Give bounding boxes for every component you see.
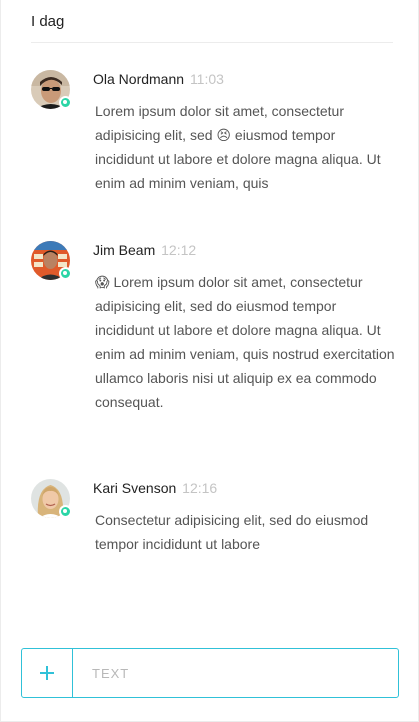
avatar[interactable] xyxy=(31,70,72,109)
message-author: Kari Svenson xyxy=(93,480,177,496)
message-input[interactable] xyxy=(73,649,398,697)
message-text: 😱 Lorem ipsum dolor sit amet, consectetu… xyxy=(95,270,398,414)
screaming-face-emoji-icon: 😱 xyxy=(95,274,110,290)
message-author: Ola Nordmann xyxy=(93,71,185,87)
online-status-indicator xyxy=(59,505,72,518)
add-attachment-button[interactable] xyxy=(22,649,73,697)
plus-icon xyxy=(40,666,54,680)
day-separator: I dag xyxy=(31,0,393,43)
message-header: Jim Beam 12:12 xyxy=(93,242,196,258)
message-text-part: Lorem ipsum dolor sit amet, consectetur … xyxy=(95,274,395,410)
message-text: Lorem ipsum dolor sit amet, consectetur … xyxy=(95,99,398,195)
avatar[interactable] xyxy=(31,479,72,518)
persevering-face-emoji-icon: 😣 xyxy=(216,127,232,143)
online-status-indicator xyxy=(59,96,72,109)
message-time: 12:16 xyxy=(182,480,218,496)
message-time: 12:12 xyxy=(161,242,197,258)
message-text: Consectetur adipisicing elit, sed do eiu… xyxy=(95,512,369,552)
message-time: 11:03 xyxy=(189,71,224,87)
online-status-indicator xyxy=(59,267,72,280)
message-header: Ola Nordmann 11:03 xyxy=(93,71,224,87)
message-composer xyxy=(21,648,399,698)
message-header: Kari Svenson 12:16 xyxy=(93,480,217,496)
message-author: Jim Beam xyxy=(93,242,156,258)
chat-panel: I dag Ola Nordmann 11:03 Lorem ipsum dol… xyxy=(0,0,419,722)
avatar[interactable] xyxy=(31,241,72,280)
